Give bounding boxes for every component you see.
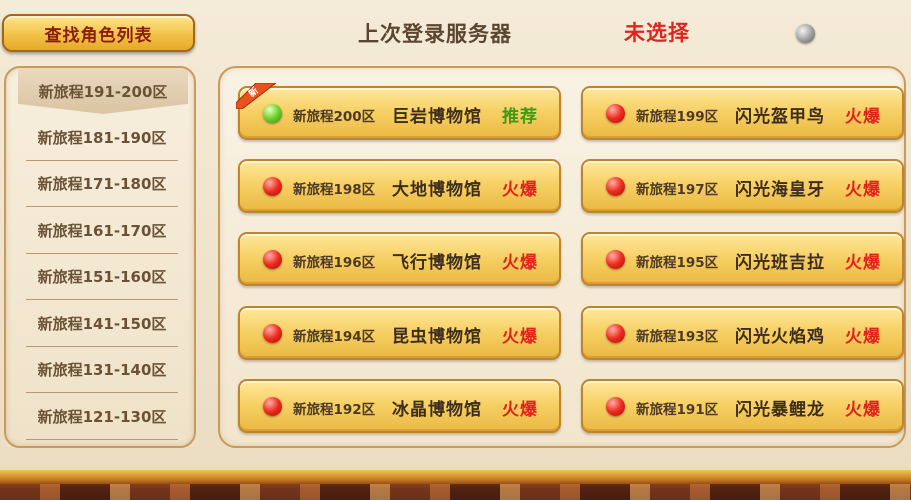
region-item[interactable]: 新旅程131-140区: [26, 347, 178, 393]
server-button[interactable]: 新旅程198区 大地博物馆 火爆: [238, 159, 561, 213]
server-status-dot-icon: [263, 397, 282, 416]
server-name: 闪光暴鲤龙: [735, 400, 825, 420]
server-status-label: 火爆: [845, 327, 881, 347]
region-list-panel: 新旅程191-200区 新旅程181-190区 新旅程171-180区 新旅程161-…: [4, 66, 196, 448]
server-zone-label: 新旅程191区: [636, 402, 719, 418]
server-status-dot-icon: [263, 324, 282, 343]
server-name: 闪光海皇牙: [735, 180, 825, 200]
server-name: 飞行博物馆: [392, 253, 482, 273]
server-status-label: 火爆: [502, 253, 538, 273]
server-button[interactable]: 新旅程200区 巨岩博物馆 推荐 新: [236, 83, 561, 140]
last-server-status-icon: [796, 24, 815, 43]
server-name: 冰晶博物馆: [392, 400, 482, 420]
region-item[interactable]: 新旅程141-150区: [26, 301, 178, 347]
server-button[interactable]: 新旅程199区 闪光盔甲鸟 火爆: [581, 86, 904, 140]
region-item[interactable]: 新旅程181-190区: [26, 115, 178, 161]
server-name: 闪光班吉拉: [735, 253, 825, 273]
server-status-dot-icon: [606, 250, 625, 269]
background-scenery: [0, 470, 911, 500]
region-item[interactable]: 新旅程151-160区: [26, 254, 178, 300]
server-button[interactable]: 新旅程195区 闪光班吉拉 火爆: [581, 232, 904, 286]
region-item[interactable]: 新旅程121-130区: [26, 394, 178, 440]
region-item[interactable]: 新旅程171-180区: [26, 161, 178, 207]
server-zone-label: 新旅程193区: [636, 329, 719, 345]
server-status-label: 推荐: [502, 107, 538, 127]
server-status-dot-icon: [606, 324, 625, 343]
server-status-label: 火爆: [502, 327, 538, 347]
server-zone-label: 新旅程200区: [293, 109, 376, 125]
server-zone-label: 新旅程192区: [293, 402, 376, 418]
server-zone-label: 新旅程197区: [636, 182, 719, 198]
new-badge-text: 新: [246, 85, 261, 100]
region-item[interactable]: 新旅程161-170区: [26, 208, 178, 254]
server-status-dot-icon: [606, 104, 625, 123]
server-status-label: 火爆: [845, 180, 881, 200]
server-button[interactable]: 新旅程193区 闪光火焰鸡 火爆: [581, 306, 904, 360]
server-name: 闪光火焰鸡: [735, 327, 825, 347]
server-select-screen: 查找角色列表 上次登录服务器 未选择 新旅程191-200区 新旅程181-190…: [0, 0, 911, 500]
server-status-dot-icon: [263, 177, 282, 196]
server-zone-label: 新旅程196区: [293, 255, 376, 271]
server-button[interactable]: 新旅程191区 闪光暴鲤龙 火爆: [581, 379, 904, 433]
server-status-label: 火爆: [502, 180, 538, 200]
server-button[interactable]: 新旅程194区 昆虫博物馆 火爆: [238, 306, 561, 360]
server-button[interactable]: 新旅程196区 飞行博物馆 火爆: [238, 232, 561, 286]
server-zone-label: 新旅程194区: [293, 329, 376, 345]
region-item[interactable]: 新旅程191-200区: [18, 68, 188, 114]
last-login-value: 未选择: [624, 21, 690, 45]
server-status-dot-icon: [606, 177, 625, 196]
server-name: 闪光盔甲鸟: [735, 107, 825, 127]
server-status-label: 火爆: [845, 253, 881, 273]
server-zone-label: 新旅程195区: [636, 255, 719, 271]
server-list-panel: 新旅程200区 巨岩博物馆 推荐新新旅程199区 闪光盔甲鸟 火爆 新旅程198区 大地博物…: [218, 66, 906, 448]
server-status-dot-icon: [263, 250, 282, 269]
server-status-label: 火爆: [845, 400, 881, 420]
server-name: 大地博物馆: [392, 180, 482, 200]
server-zone-label: 新旅程198区: [293, 182, 376, 198]
server-button[interactable]: 新旅程192区 冰晶博物馆 火爆: [238, 379, 561, 433]
server-name: 巨岩博物馆: [392, 107, 482, 127]
last-login-label: 上次登录服务器: [358, 22, 512, 46]
server-zone-label: 新旅程199区: [636, 109, 719, 125]
find-role-list-button[interactable]: 查找角色列表: [2, 14, 195, 52]
server-status-dot-icon: [606, 397, 625, 416]
server-name: 昆虫博物馆: [392, 327, 482, 347]
server-status-label: 火爆: [502, 400, 538, 420]
server-status-dot-icon: [263, 104, 282, 123]
server-status-label: 火爆: [845, 107, 881, 127]
server-button[interactable]: 新旅程197区 闪光海皇牙 火爆: [581, 159, 904, 213]
